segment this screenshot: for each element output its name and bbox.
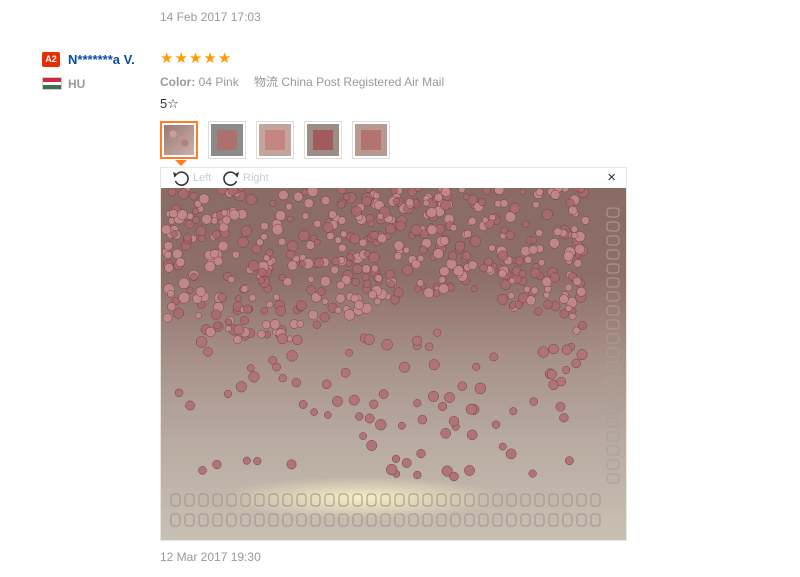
rotate-left-label: Left: [193, 172, 212, 184]
review-photo-thumbnail[interactable]: [352, 121, 390, 159]
star-icon: ★: [217, 50, 232, 67]
photo-viewer-toolbar: Left Right ×: [161, 168, 626, 188]
review-photo-thumbnail[interactable]: [160, 121, 198, 159]
review-photo-thumbnails: [160, 121, 390, 159]
star-rating: ★ ★ ★ ★ ★: [160, 51, 231, 67]
hungary-flag-icon: [42, 77, 62, 90]
color-value: 04 Pink: [198, 75, 239, 89]
reviewer-country: HU: [68, 77, 86, 91]
review-text: 5☆: [160, 96, 179, 111]
photo-viewer: Left Right ×: [160, 167, 627, 541]
rotate-right-icon: [223, 171, 239, 186]
pink-beads-photo: [161, 188, 620, 527]
review-photo-thumbnail[interactable]: [256, 121, 294, 159]
star-icon: ★: [188, 50, 203, 67]
rotate-right-button[interactable]: Right: [221, 169, 269, 187]
rotate-right-label: Right: [243, 172, 269, 184]
order-attributes: Color: 04 Pink 物流 China Post Registered …: [160, 73, 444, 90]
review-photo-large: [161, 188, 626, 540]
review-photo-thumbnail[interactable]: [208, 121, 246, 159]
close-icon[interactable]: ×: [607, 169, 616, 187]
previous-review-date: 14 Feb 2017 17:03: [160, 10, 261, 24]
color-label: Color:: [160, 75, 196, 89]
review-photo-thumbnail[interactable]: [304, 121, 342, 159]
reviewer-name: N*******a V.: [68, 52, 135, 67]
active-thumbnail-pointer: [175, 160, 187, 166]
next-review-date: 12 Mar 2017 19:30: [160, 550, 261, 564]
star-icon: ★: [160, 50, 174, 67]
rotate-left-icon: [173, 171, 189, 186]
rotate-left-button[interactable]: Left: [171, 169, 211, 187]
star-icon: ★: [203, 50, 217, 67]
buyer-level-badge: A2: [42, 52, 60, 67]
star-icon: ★: [174, 50, 188, 67]
shipping-method: 物流 China Post Registered Air Mail: [254, 75, 445, 89]
